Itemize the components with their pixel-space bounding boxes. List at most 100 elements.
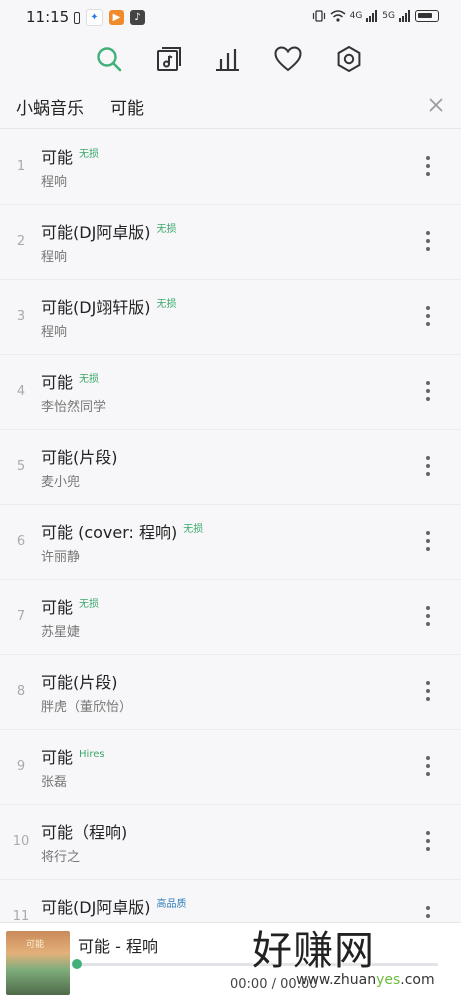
song-title: 可能(片段) xyxy=(41,444,124,468)
song-artist: 程响 xyxy=(41,325,68,340)
ai-app-icon: ✦ xyxy=(86,9,103,26)
song-row[interactable]: 2 可能(DJ阿卓版) 无损程响 xyxy=(0,205,461,280)
song-title: 可能（程响) xyxy=(41,819,133,843)
song-row[interactable]: 10 可能（程响) 将行之 xyxy=(0,805,461,880)
song-artist: 麦小兜 xyxy=(41,475,81,490)
song-title-text: 可能 xyxy=(41,148,74,167)
song-artist: 李怡然同学 xyxy=(41,400,107,415)
more-options-icon[interactable] xyxy=(425,456,431,476)
now-playing-title[interactable]: 可能 - 程响 xyxy=(78,933,158,957)
song-title: 可能 无损 xyxy=(41,369,99,393)
song-number: 9 xyxy=(16,759,26,774)
song-title-text: 可能（程响) xyxy=(41,823,128,842)
song-row[interactable]: 6 可能 (cover: 程响) 无损许丽静 xyxy=(0,505,461,580)
music-source-label[interactable]: 小蜗音乐 xyxy=(16,94,84,119)
song-title: 可能 无损 xyxy=(41,594,99,618)
song-title-text: 可能(片段) xyxy=(41,673,118,692)
battery-icon xyxy=(415,10,439,22)
song-title-text: 可能 xyxy=(41,748,74,767)
watermark-url-highlight: yes xyxy=(376,972,401,988)
song-row[interactable]: 5 可能(片段) 麦小兜 xyxy=(0,430,461,505)
song-title: 可能(DJ阿卓版) 高品质 xyxy=(41,894,187,918)
signal-label-5g: 5G xyxy=(382,11,395,21)
song-artist: 张磊 xyxy=(41,775,68,790)
song-number: 5 xyxy=(16,459,26,474)
quality-badge: 无损 xyxy=(79,599,100,610)
progress-knob[interactable] xyxy=(72,959,82,969)
song-title-text: 可能(DJ翊轩版) xyxy=(41,298,151,317)
more-options-icon[interactable] xyxy=(425,606,431,626)
more-options-icon[interactable] xyxy=(425,681,431,701)
song-number: 4 xyxy=(16,384,26,399)
signal-label-4g: 4G xyxy=(349,11,363,21)
battery-small-icon xyxy=(74,11,80,24)
quality-badge: Hires xyxy=(79,749,105,760)
more-options-icon[interactable] xyxy=(425,531,431,551)
song-list: 1 可能 无损 程响 2 可能(DJ阿卓版) 无损 程响 3 可能(DJ翊轩版) 无损 程响 4 可能 无损… xyxy=(0,130,461,955)
song-artist: 程响 xyxy=(41,250,68,265)
watermark-url-suffix: .com xyxy=(400,972,435,988)
song-row[interactable]: 7 可能 无损 苏星婕 xyxy=(0,580,461,655)
quality-badge: 无损 xyxy=(156,224,177,235)
song-number: 8 xyxy=(16,684,26,699)
song-title-text: 可能(DJ阿卓版) xyxy=(41,898,151,917)
song-row[interactable]: 8 可能(片段) 胖虎（董欣怡） xyxy=(0,655,461,730)
status-left-icons: ✦ ▶ ♪ xyxy=(74,9,145,26)
song-artist: 许丽静 xyxy=(41,550,81,565)
signal-icon xyxy=(366,10,378,22)
song-title-text: 可能(片段) xyxy=(41,448,118,467)
more-options-icon[interactable] xyxy=(425,756,431,776)
signal-icon xyxy=(399,10,410,22)
song-title-text: 可能(DJ阿卓版) xyxy=(41,223,151,242)
song-title: 可能 (cover: 程响) 无损 xyxy=(41,519,203,543)
song-title-text: 可能 (cover: 程响) xyxy=(41,523,178,542)
search-keyword[interactable]: 可能 xyxy=(110,94,144,119)
search-header: 小蜗音乐 可能 xyxy=(0,86,461,129)
song-number: 2 xyxy=(16,234,26,249)
chart-icon[interactable] xyxy=(210,42,244,76)
play-app-icon: ▶ xyxy=(109,10,124,25)
song-artist: 胖虎（董欣怡） xyxy=(41,700,133,715)
watermark-url: www.zhuanyes.com xyxy=(296,972,435,988)
song-title: 可能(片段) xyxy=(41,669,124,693)
song-number: 6 xyxy=(16,534,26,549)
status-time: 11:15 xyxy=(26,8,70,26)
wifi-icon xyxy=(330,10,346,22)
song-artist: 程响 xyxy=(41,175,68,190)
song-number: 1 xyxy=(16,159,26,174)
song-row[interactable]: 3 可能(DJ翊轩版) 无损 程响 xyxy=(0,280,461,355)
music-library-icon[interactable] xyxy=(152,42,186,76)
song-artist: 将行之 xyxy=(41,850,81,865)
status-right-icons: 4G 5G xyxy=(312,9,439,23)
album-cover[interactable]: 可能 xyxy=(6,931,70,995)
watermark-text: 好赚网 xyxy=(252,928,375,974)
song-row[interactable]: 9 可能 Hires 张磊 xyxy=(0,730,461,805)
close-icon[interactable] xyxy=(425,94,447,116)
quality-badge: 无损 xyxy=(79,374,100,385)
more-options-icon[interactable] xyxy=(425,306,431,326)
quality-badge: 无损 xyxy=(183,524,204,535)
song-number: 7 xyxy=(16,609,26,624)
heart-icon[interactable] xyxy=(271,42,305,76)
more-options-icon[interactable] xyxy=(425,381,431,401)
vibrate-icon xyxy=(312,10,325,22)
song-title: 可能 Hires xyxy=(41,744,105,768)
song-title-text: 可能 xyxy=(41,373,74,392)
watermark: 好赚网 www.zhuanyes.com xyxy=(252,918,452,998)
status-bar: 11:15 ✦ ▶ ♪ 4G 5G xyxy=(0,0,461,34)
more-options-icon[interactable] xyxy=(425,231,431,251)
song-title: 可能(DJ阿卓版) 无损 xyxy=(41,219,177,243)
song-row[interactable]: 1 可能 无损程响 xyxy=(0,130,461,205)
song-row[interactable]: 4 可能 无损李怡然同学 xyxy=(0,355,461,430)
song-title-text: 可能 xyxy=(41,598,74,617)
search-icon[interactable] xyxy=(92,42,126,76)
more-options-icon[interactable] xyxy=(425,156,431,176)
song-number: 3 xyxy=(16,309,26,324)
album-cover-text: 可能 xyxy=(26,940,45,950)
settings-icon[interactable] xyxy=(332,42,366,76)
song-number: 10 xyxy=(12,834,30,849)
top-nav xyxy=(0,40,461,80)
quality-badge: 高品质 xyxy=(156,899,187,910)
more-options-icon[interactable] xyxy=(425,831,431,851)
quality-badge: 无损 xyxy=(79,149,100,160)
